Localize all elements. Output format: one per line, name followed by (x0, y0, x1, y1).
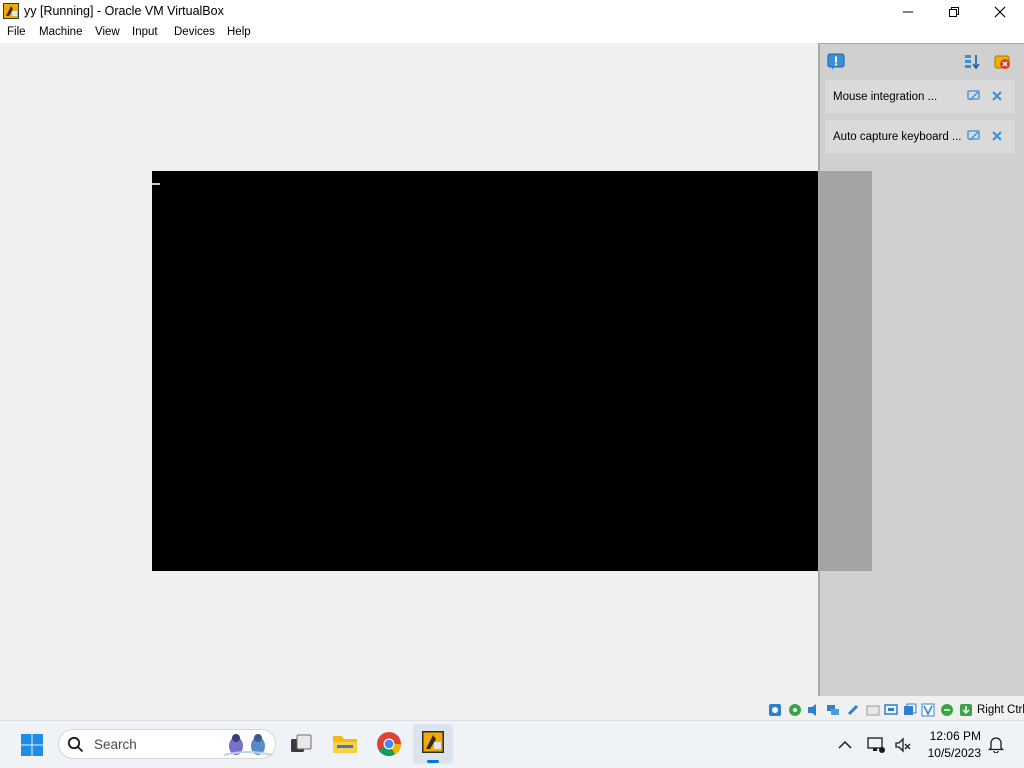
close-icon (994, 6, 1006, 17)
close-notification-icon (992, 131, 1002, 141)
do-not-show-again-icon (967, 90, 980, 101)
maximize-button[interactable] (931, 0, 977, 23)
virtualbox-taskbar-icon (422, 731, 444, 753)
optical-drive-icon[interactable] (788, 703, 802, 717)
minimize-icon (903, 11, 913, 12)
do-not-show-again-button[interactable] (967, 89, 981, 103)
host-key-label[interactable]: Right Ctrl (977, 704, 1024, 716)
notification-center-icon (827, 53, 845, 70)
do-not-show-again-icon (967, 130, 980, 141)
close-notification-icon (992, 91, 1002, 101)
notification-bell-icon[interactable] (987, 735, 1005, 753)
audio-icon[interactable] (806, 703, 820, 717)
sort-notifications-icon (965, 55, 980, 70)
task-view-icon (291, 734, 312, 752)
task-view-button[interactable] (288, 731, 314, 757)
menu-devices[interactable]: Devices (174, 26, 215, 38)
network-icon[interactable] (826, 703, 840, 717)
clear-all-notifications-button[interactable] (994, 53, 1012, 71)
notification-label: Mouse integration ... (833, 91, 938, 103)
usb-icon[interactable] (846, 703, 860, 717)
chevron-up-icon (838, 740, 852, 749)
menu-help[interactable]: Help (227, 26, 251, 38)
close-notification-button[interactable] (990, 129, 1004, 143)
chrome-icon (377, 732, 401, 757)
windows-start-icon (21, 734, 43, 756)
search-icon (67, 736, 84, 753)
mouse-integration-icon[interactable] (940, 703, 954, 717)
volume-muted-icon[interactable] (893, 735, 913, 755)
notification-label: Auto capture keyboard ... (833, 131, 962, 143)
text-cursor (152, 183, 160, 185)
vt-x-icon[interactable] (921, 703, 935, 717)
window-title: yy [Running] - Oracle VM VirtualBox (24, 4, 224, 18)
hard-disk-icon[interactable] (768, 703, 782, 717)
menu-input[interactable]: Input (132, 26, 158, 38)
virtualbox-icon (3, 3, 19, 19)
virtualbox-taskbar-button[interactable] (413, 724, 453, 764)
close-button[interactable] (977, 0, 1023, 23)
display-icon[interactable] (884, 703, 898, 717)
search-placeholder: Search (94, 737, 137, 752)
shared-folders-icon[interactable] (866, 703, 880, 717)
do-not-show-again-button[interactable] (967, 129, 981, 143)
recording-icon[interactable] (903, 703, 917, 717)
network-status-icon[interactable] (866, 735, 886, 755)
start-button[interactable] (20, 733, 44, 757)
clear-all-notifications-icon (994, 55, 1010, 69)
show-hidden-icons-button[interactable] (836, 736, 854, 754)
file-explorer-button[interactable] (331, 731, 359, 757)
notification-center-button[interactable] (827, 53, 845, 71)
clock-date[interactable]: 10/5/2023 (921, 746, 981, 760)
active-app-indicator (427, 760, 439, 763)
menu-view[interactable]: View (95, 26, 120, 38)
minimize-button[interactable] (885, 0, 931, 23)
clock-time[interactable]: 12:06 PM (921, 729, 981, 743)
vm-display[interactable] (152, 171, 872, 571)
sort-notifications-button[interactable] (964, 53, 982, 71)
menu-file[interactable]: File (7, 26, 26, 38)
restore-icon (949, 6, 959, 17)
chrome-button[interactable] (376, 731, 402, 757)
menu-machine[interactable]: Machine (39, 26, 82, 38)
keyboard-capture-icon[interactable] (959, 703, 973, 717)
close-notification-button[interactable] (990, 89, 1004, 103)
search-highlight-icon (223, 734, 273, 756)
file-explorer-icon (333, 736, 357, 753)
